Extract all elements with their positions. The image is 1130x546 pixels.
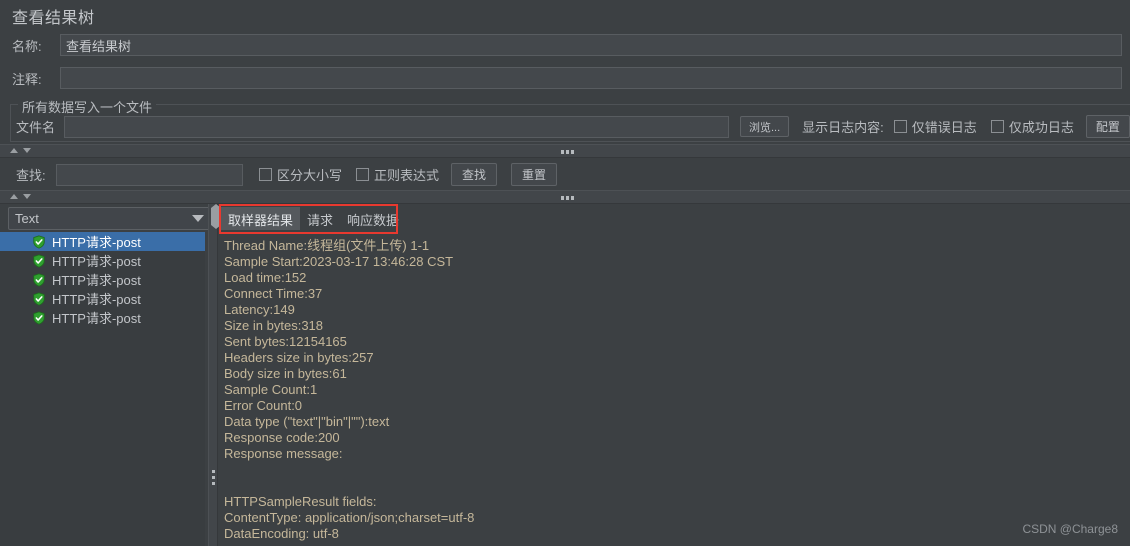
errors-only-checkbox[interactable]: 仅错误日志 xyxy=(893,117,977,136)
tree-item-2[interactable]: HTTP请求-post xyxy=(0,270,205,289)
green-shield-check-icon xyxy=(33,253,45,268)
green-shield-check-icon xyxy=(33,310,45,325)
splitter-middle-arrows[interactable] xyxy=(10,194,31,199)
view-results-tree-window: 查看结果树 名称: 注释: 所有数据写入一个文件 文件名 浏览... 显示日志内… xyxy=(0,0,1130,546)
comment-row: 注释: xyxy=(12,67,1122,89)
sampler-result-pane[interactable]: Thread Name:线程组(文件上传) 1-1 Sample Start:2… xyxy=(221,234,1130,546)
reset-button[interactable]: 重置 xyxy=(511,163,558,186)
result-line: Headers size in bytes:257 xyxy=(224,350,374,365)
result-line: Sample Count:1 xyxy=(224,382,318,397)
tab-response-data[interactable]: 响应数据 xyxy=(340,207,406,230)
tree-item-label-0: HTTP请求-post xyxy=(52,235,141,250)
results-tree[interactable]: HTTP请求-post HTTP请求-post HTTP请求-post HTTP… xyxy=(0,232,205,546)
green-shield-check-icon xyxy=(33,291,45,306)
collapse-down-icon-2[interactable] xyxy=(23,194,31,199)
result-tabs[interactable]: 取样器结果 请求 响应数据 xyxy=(221,207,406,230)
browse-button[interactable]: 浏览... xyxy=(740,116,790,137)
name-label: 名称: xyxy=(12,38,42,54)
tab-request[interactable]: 请求 xyxy=(300,207,340,230)
filename-label: 文件名 xyxy=(16,120,56,135)
renderer-dropdown[interactable]: Text xyxy=(8,207,211,230)
result-line: Size in bytes:318 xyxy=(224,318,324,333)
splitter-top-grip[interactable] xyxy=(561,150,574,154)
tab-sampler-result[interactable]: 取样器结果 xyxy=(221,207,301,230)
checkbox-box-regex xyxy=(356,168,370,181)
find-button[interactable]: 查找 xyxy=(451,163,498,186)
watermark: CSDN @Charge8 xyxy=(1022,522,1118,536)
checkbox-box-success-only xyxy=(990,120,1004,133)
comment-label: 注释: xyxy=(12,71,42,87)
splitter-middle[interactable] xyxy=(0,190,1130,204)
renderer-selected-value: Text xyxy=(15,211,39,226)
result-line: Latency:149 xyxy=(224,302,295,317)
search-row: 查找: 区分大小写 正则表达式 查找 重置 xyxy=(16,163,558,186)
green-shield-check-icon xyxy=(33,234,45,249)
splitter-middle-grip[interactable] xyxy=(561,196,574,200)
result-line: Response code:200 xyxy=(224,430,340,445)
result-line: HTTPSampleResult fields: xyxy=(224,494,377,509)
result-line: Sent bytes:12154165 xyxy=(224,334,347,349)
result-line-blank xyxy=(224,478,1130,494)
splitter-top[interactable] xyxy=(0,144,1130,158)
filename-input[interactable] xyxy=(64,115,729,138)
name-row: 名称: xyxy=(12,34,1122,56)
case-sensitive-label: 区分大小写 xyxy=(277,168,343,183)
splitter-top-arrows[interactable] xyxy=(10,148,31,153)
result-line: Thread Name:线程组(文件上传) 1-1 xyxy=(224,238,430,253)
result-line: Load time:152 xyxy=(224,270,307,285)
regex-checkbox[interactable]: 正则表达式 xyxy=(356,165,439,184)
errors-only-label: 仅错误日志 xyxy=(911,120,977,135)
tree-item-1[interactable]: HTTP请求-post xyxy=(0,251,205,270)
tree-item-label-4: HTTP请求-post xyxy=(52,311,141,326)
tree-item-label-2: HTTP请求-post xyxy=(52,273,141,288)
chevron-down-icon xyxy=(192,215,204,222)
tree-item-3[interactable]: HTTP请求-post xyxy=(0,289,205,308)
name-input[interactable] xyxy=(60,34,1122,56)
tree-item-4[interactable]: HTTP请求-post xyxy=(0,308,205,327)
collapse-up-icon-2[interactable] xyxy=(10,194,18,199)
log-display-label: 显示日志内容: xyxy=(802,120,884,135)
success-only-checkbox[interactable]: 仅成功日志 xyxy=(990,117,1074,136)
result-line: ContentType: application/json;charset=ut… xyxy=(224,510,475,525)
result-line: Error Count:0 xyxy=(224,398,303,413)
search-input[interactable] xyxy=(56,163,243,186)
result-line: Response message: xyxy=(224,446,343,461)
checkbox-box-errors-only xyxy=(893,120,907,133)
success-only-label: 仅成功日志 xyxy=(1008,120,1074,135)
result-line: Data type ("text"|"bin"|""):text xyxy=(224,414,390,429)
comment-input[interactable] xyxy=(60,67,1122,89)
collapse-up-icon[interactable] xyxy=(10,148,18,153)
case-sensitive-checkbox[interactable]: 区分大小写 xyxy=(259,165,342,184)
checkbox-box-case-sensitive xyxy=(259,168,272,181)
result-line: DataEncoding: utf-8 xyxy=(224,526,339,541)
page-title: 查看结果树 xyxy=(12,10,95,27)
tree-item-label-3: HTTP请求-post xyxy=(52,292,141,307)
search-label: 查找: xyxy=(16,168,46,183)
result-line: Sample Start:2023-03-17 13:46:28 CST xyxy=(224,254,454,269)
vertical-splitter-grip[interactable] xyxy=(212,470,215,488)
file-output-legend: 所有数据写入一个文件 xyxy=(18,97,157,116)
configure-button[interactable]: 配置 xyxy=(1085,115,1130,138)
result-line: Connect Time:37 xyxy=(224,286,323,301)
regex-label: 正则表达式 xyxy=(374,168,440,183)
green-shield-check-icon xyxy=(33,272,45,287)
result-line: Body size in bytes:61 xyxy=(224,366,347,381)
filename-row: 文件名 浏览... 显示日志内容: 仅错误日志 仅成功日志 配置 xyxy=(16,115,1130,138)
tree-item-0[interactable]: HTTP请求-post xyxy=(0,232,205,251)
vertical-splitter-arrows[interactable] xyxy=(211,204,221,229)
vertical-splitter[interactable] xyxy=(208,204,221,546)
collapse-down-icon[interactable] xyxy=(23,148,31,153)
result-line-blank xyxy=(224,462,1130,478)
tree-item-label-1: HTTP请求-post xyxy=(52,254,141,269)
